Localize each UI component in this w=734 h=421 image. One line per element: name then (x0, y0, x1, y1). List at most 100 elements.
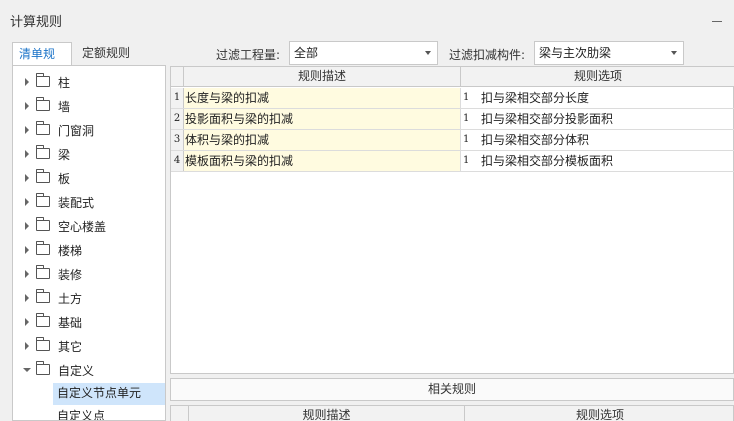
collapse-arrow-icon[interactable] (23, 368, 31, 372)
chevron-down-icon (671, 51, 677, 55)
table-row[interactable]: 2 投影面积与梁的扣减 1 扣与梁相交部分投影面积 (171, 109, 734, 130)
tree-item-finishing[interactable]: 装修 (13, 262, 165, 286)
row-number: 1 (171, 88, 184, 108)
rule-option-number: 1 (463, 113, 470, 124)
folder-icon (36, 313, 50, 327)
filter-component-select[interactable]: 梁与主次肋梁 (534, 41, 684, 65)
tree-item-label: 门窗洞 (58, 124, 95, 138)
folder-icon (36, 193, 50, 207)
category-tree: 柱 墙 门窗洞 梁 板 装配式 空心楼盖 楼梯 装修 土方 基础 其它 自定义 … (12, 65, 166, 421)
tree-item-door-window[interactable]: 门窗洞 (13, 118, 165, 142)
rule-option-cell[interactable]: 1 扣与梁相交部分模板面积 (461, 151, 734, 171)
column-header-desc[interactable]: 规则描述 (189, 406, 465, 421)
rule-option-cell[interactable]: 1 扣与梁相交部分投影面积 (461, 109, 734, 129)
table-row[interactable]: 3 体积与梁的扣减 1 扣与梁相交部分体积 (171, 130, 734, 151)
rule-option-text: 扣与梁相交部分长度 (481, 91, 590, 105)
tree-item-label: 装修 (58, 268, 83, 282)
row-number-header (171, 406, 189, 421)
tree-item-label: 梁 (58, 148, 71, 162)
filter-quantity-select[interactable]: 全部 (289, 41, 438, 65)
rule-option-number: 1 (463, 134, 470, 145)
related-rules-bar[interactable]: 相关规则 (170, 378, 734, 401)
row-number-header (171, 67, 184, 87)
rule-option-text: 扣与梁相交部分体积 (481, 133, 590, 147)
tree-item-label: 自定义 (58, 364, 95, 378)
folder-icon (36, 73, 50, 87)
tree-item-label: 板 (58, 172, 71, 186)
folder-icon (36, 337, 50, 351)
expand-arrow-icon[interactable] (25, 222, 29, 230)
minimize-icon[interactable] (712, 10, 724, 24)
tree-item-column[interactable]: 柱 (13, 70, 165, 94)
rule-description: 体积与梁的扣减 (184, 130, 461, 150)
folder-icon (36, 265, 50, 279)
table-row[interactable]: 4 模板面积与梁的扣减 1 扣与梁相交部分模板面积 (171, 151, 734, 172)
tree-item-wall[interactable]: 墙 (13, 94, 165, 118)
rule-description: 长度与梁的扣减 (184, 88, 461, 108)
expand-arrow-icon[interactable] (25, 102, 29, 110)
tree-item-label: 空心楼盖 (58, 220, 107, 234)
expand-arrow-icon[interactable] (25, 150, 29, 158)
filter-quantity-label: 过滤工程量: (216, 48, 281, 62)
folder-icon (36, 145, 50, 159)
filter-quantity-value: 全部 (294, 46, 319, 60)
tree-item-stairs[interactable]: 楼梯 (13, 238, 165, 262)
folder-icon (36, 289, 50, 303)
expand-arrow-icon[interactable] (25, 246, 29, 254)
title-bar: 计算规则 (0, 0, 734, 38)
tree-item-slab[interactable]: 板 (13, 166, 165, 190)
tree-item-label: 墙 (58, 100, 71, 114)
tree-item-label: 楼梯 (58, 244, 83, 258)
folder-icon (36, 361, 50, 375)
row-number: 4 (171, 151, 184, 171)
tree-item-label: 基础 (58, 316, 83, 330)
related-rules-grid: 规则描述 规则选项 (170, 405, 734, 421)
expand-arrow-icon[interactable] (25, 294, 29, 302)
folder-icon (36, 241, 50, 255)
tree-item-hollow-floor[interactable]: 空心楼盖 (13, 214, 165, 238)
column-header-option[interactable]: 规则选项 (461, 67, 734, 87)
rule-description: 模板面积与梁的扣减 (184, 151, 461, 171)
tree-item-label: 柱 (58, 76, 71, 90)
expand-arrow-icon[interactable] (25, 318, 29, 326)
chevron-down-icon (425, 51, 431, 55)
row-number: 3 (171, 130, 184, 150)
folder-icon (36, 121, 50, 135)
rule-option-number: 1 (463, 92, 470, 103)
tree-item-beam[interactable]: 梁 (13, 142, 165, 166)
rule-option-text: 扣与梁相交部分模板面积 (481, 154, 614, 168)
tree-item-label: 土方 (58, 292, 83, 306)
tree-child-custom-point[interactable]: 自定义点 (53, 406, 165, 420)
expand-arrow-icon[interactable] (25, 270, 29, 278)
tree-item-earthwork[interactable]: 土方 (13, 286, 165, 310)
column-header-option[interactable]: 规则选项 (465, 406, 733, 421)
tree-item-label: 装配式 (58, 196, 95, 210)
expand-arrow-icon[interactable] (25, 126, 29, 134)
rule-option-cell[interactable]: 1 扣与梁相交部分长度 (461, 88, 734, 108)
column-header-desc[interactable]: 规则描述 (184, 67, 461, 87)
rule-option-text: 扣与梁相交部分投影面积 (481, 112, 614, 126)
expand-arrow-icon[interactable] (25, 78, 29, 86)
tab-bill-rules[interactable]: 清单规则 (12, 42, 72, 83)
tree-child-custom-node-unit[interactable]: 自定义节点单元 (53, 383, 165, 405)
filter-component-label: 过滤扣减构件: (449, 48, 526, 62)
expand-arrow-icon[interactable] (25, 342, 29, 350)
table-row[interactable]: 1 长度与梁的扣减 1 扣与梁相交部分长度 (171, 88, 734, 109)
tab-quota-rules[interactable]: 定额规则 (76, 42, 136, 66)
rule-description: 投影面积与梁的扣减 (184, 109, 461, 129)
expand-arrow-icon[interactable] (25, 198, 29, 206)
folder-icon (36, 97, 50, 111)
filter-component-value: 梁与主次肋梁 (539, 46, 612, 60)
tree-item-custom[interactable]: 自定义 (13, 358, 165, 382)
tree-item-other[interactable]: 其它 (13, 334, 165, 358)
window-title: 计算规则 (10, 15, 63, 30)
rules-grid: 规则描述 规则选项 1 长度与梁的扣减 1 扣与梁相交部分长度 2 投影面积与梁… (170, 66, 734, 374)
tree-item-label: 其它 (58, 340, 83, 354)
rule-option-cell[interactable]: 1 扣与梁相交部分体积 (461, 130, 734, 150)
folder-icon (36, 217, 50, 231)
tree-item-prefab[interactable]: 装配式 (13, 190, 165, 214)
folder-icon (36, 169, 50, 183)
tree-item-foundation[interactable]: 基础 (13, 310, 165, 334)
rule-option-number: 1 (463, 155, 470, 166)
expand-arrow-icon[interactable] (25, 174, 29, 182)
